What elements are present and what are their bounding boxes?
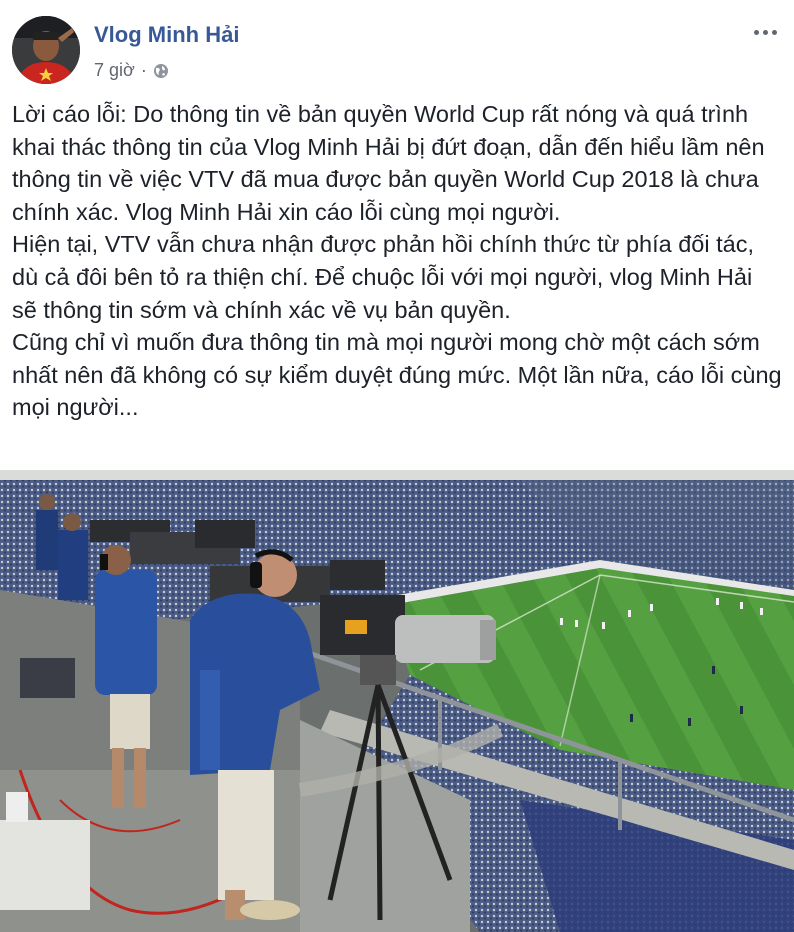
post-photo[interactable] xyxy=(0,470,794,932)
post-paragraph: Cũng chỉ vì muốn đưa thông tin mà mọi ng… xyxy=(12,329,782,421)
more-dot xyxy=(753,29,759,35)
meta-separator: · xyxy=(140,60,147,80)
post-timestamp[interactable]: 7 giờ xyxy=(94,60,135,81)
more-options-icon[interactable] xyxy=(750,22,780,42)
more-dot xyxy=(762,29,768,35)
author-name[interactable]: Vlog Minh Hải xyxy=(94,22,239,48)
post-meta: 7 giờ · xyxy=(94,60,169,81)
stadium-camera-photo xyxy=(0,470,794,932)
avatar[interactable] xyxy=(12,16,80,84)
post-paragraph: Lời cáo lỗi: Do thông tin về bản quyền W… xyxy=(12,101,765,225)
post-text: Lời cáo lỗi: Do thông tin về bản quyền W… xyxy=(12,98,782,424)
avatar-image xyxy=(12,16,80,84)
post-paragraph: Hiện tại, VTV vẫn chưa nhận được phản hồ… xyxy=(12,231,754,323)
post-header: Vlog Minh Hải 7 giờ · xyxy=(0,0,794,100)
more-dot xyxy=(771,29,777,35)
globe-icon[interactable] xyxy=(153,63,169,79)
